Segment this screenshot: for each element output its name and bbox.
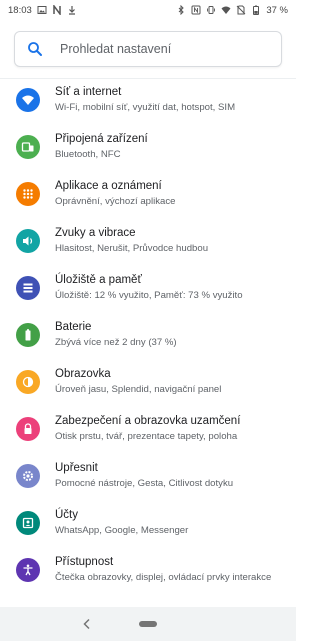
item-title: Úložiště a paměť — [55, 274, 142, 286]
settings-item-sound[interactable]: Zvuky a vibrace Hlasitost, Nerušit, Prův… — [0, 226, 296, 273]
item-text: Baterie Zbývá více než 2 dny (37 %) — [55, 320, 292, 349]
item-subtitle: Úroveň jasu, Splendid, navigační panel — [55, 384, 222, 395]
settings-item-storage[interactable]: Úložiště a paměť Úložiště: 12 % využito,… — [0, 273, 296, 320]
n-icon — [52, 5, 62, 15]
item-text: Účty WhatsApp, Google, Messenger — [55, 508, 292, 537]
status-left: 18:03 — [8, 5, 77, 16]
item-title: Síť a internet — [55, 86, 122, 98]
status-right: 37 % — [176, 5, 288, 16]
item-subtitle: Pomocné nástroje, Gesta, Citlivost dotyk… — [55, 478, 234, 489]
battery-icon — [251, 5, 261, 15]
item-subtitle: Úložiště: 12 % využito, Paměť: 73 % využ… — [55, 290, 243, 301]
item-text: Připojená zařízení Bluetooth, NFC — [55, 132, 292, 161]
wifi-icon — [16, 88, 40, 112]
item-subtitle: Oprávnění, výchozí aplikace — [55, 196, 176, 207]
item-text: Obrazovka Úroveň jasu, Splendid, navigač… — [55, 367, 292, 396]
accessibility-icon — [16, 558, 40, 582]
item-text: Aplikace a oznámení Oprávnění, výchozí a… — [55, 179, 292, 208]
item-text: Úložiště a paměť Úložiště: 12 % využito,… — [55, 273, 292, 302]
gear-icon — [16, 464, 40, 488]
item-title: Připojená zařízení — [55, 133, 148, 145]
volume-icon — [16, 229, 40, 253]
storage-icon — [16, 276, 40, 300]
status-time: 18:03 — [8, 4, 32, 16]
battery-icon — [16, 323, 40, 347]
item-title: Zabezpečení a obrazovka uzamčení — [55, 415, 241, 427]
item-title: Aplikace a oznámení — [55, 180, 162, 192]
settings-item-advanced[interactable]: Upřesnit Pomocné nástroje, Gesta, Citliv… — [0, 461, 296, 508]
item-subtitle: Bluetooth, NFC — [55, 149, 121, 160]
settings-item-battery[interactable]: Baterie Zbývá více než 2 dny (37 %) — [0, 320, 296, 367]
item-subtitle: WhatsApp, Google, Messenger — [55, 525, 189, 536]
battery-percent: 37 % — [266, 4, 288, 16]
search-icon[interactable] — [27, 41, 43, 57]
item-title: Obrazovka — [55, 368, 111, 380]
settings-item-connected-devices[interactable]: Připojená zařízení Bluetooth, NFC — [0, 132, 296, 179]
status-bar: 18:03 37 % — [0, 0, 296, 20]
item-subtitle: Wi-Fi, mobilní síť, využití dat, hotspot… — [55, 102, 236, 113]
item-subtitle: Čtečka obrazovky, displej, ovládací prvk… — [55, 572, 272, 583]
home-pill[interactable] — [139, 621, 157, 627]
lock-icon — [16, 417, 40, 441]
item-text: Síť a internet Wi-Fi, mobilní síť, využi… — [55, 85, 292, 114]
bluetooth-icon — [176, 5, 186, 15]
settings-item-display[interactable]: Obrazovka Úroveň jasu, Splendid, navigač… — [0, 367, 296, 414]
item-subtitle: Otisk prstu, tvář, prezentace tapety, po… — [55, 431, 238, 442]
item-subtitle: Hlasitost, Nerušit, Průvodce hudbou — [55, 243, 209, 254]
nfc-icon — [191, 5, 201, 15]
wifi-icon — [221, 5, 231, 15]
brightness-icon — [16, 370, 40, 394]
item-text: Přístupnost Čtečka obrazovky, displej, o… — [55, 555, 292, 584]
devices-icon — [16, 135, 40, 159]
settings-item-accounts[interactable]: Účty WhatsApp, Google, Messenger — [0, 508, 296, 555]
search-bar[interactable] — [14, 31, 282, 67]
item-text: Zvuky a vibrace Hlasitost, Nerušit, Prův… — [55, 226, 292, 255]
apps-icon — [16, 182, 40, 206]
item-subtitle: Zbývá více než 2 dny (37 %) — [55, 337, 177, 348]
download-icon — [67, 5, 77, 15]
item-title: Účty — [55, 509, 78, 521]
item-title: Přístupnost — [55, 556, 114, 568]
settings-list: Síť a internet Wi-Fi, mobilní síť, využi… — [0, 78, 296, 607]
back-icon[interactable] — [80, 617, 94, 631]
settings-item-security[interactable]: Zabezpečení a obrazovka uzamčení Otisk p… — [0, 414, 296, 461]
account-icon — [16, 511, 40, 535]
settings-item-apps[interactable]: Aplikace a oznámení Oprávnění, výchozí a… — [0, 179, 296, 226]
item-title: Zvuky a vibrace — [55, 227, 136, 239]
settings-item-accessibility[interactable]: Přístupnost Čtečka obrazovky, displej, o… — [0, 555, 296, 602]
navigation-bar — [0, 607, 296, 641]
item-text: Zabezpečení a obrazovka uzamčení Otisk p… — [55, 414, 292, 443]
vibrate-icon — [206, 5, 216, 15]
gallery-icon — [37, 5, 47, 15]
item-text: Upřesnit Pomocné nástroje, Gesta, Citliv… — [55, 461, 292, 490]
settings-item-network[interactable]: Síť a internet Wi-Fi, mobilní síť, využi… — [0, 85, 296, 132]
search-input[interactable] — [60, 42, 260, 56]
no-sim-icon — [236, 5, 246, 15]
item-title: Baterie — [55, 321, 92, 333]
item-title: Upřesnit — [55, 462, 98, 474]
